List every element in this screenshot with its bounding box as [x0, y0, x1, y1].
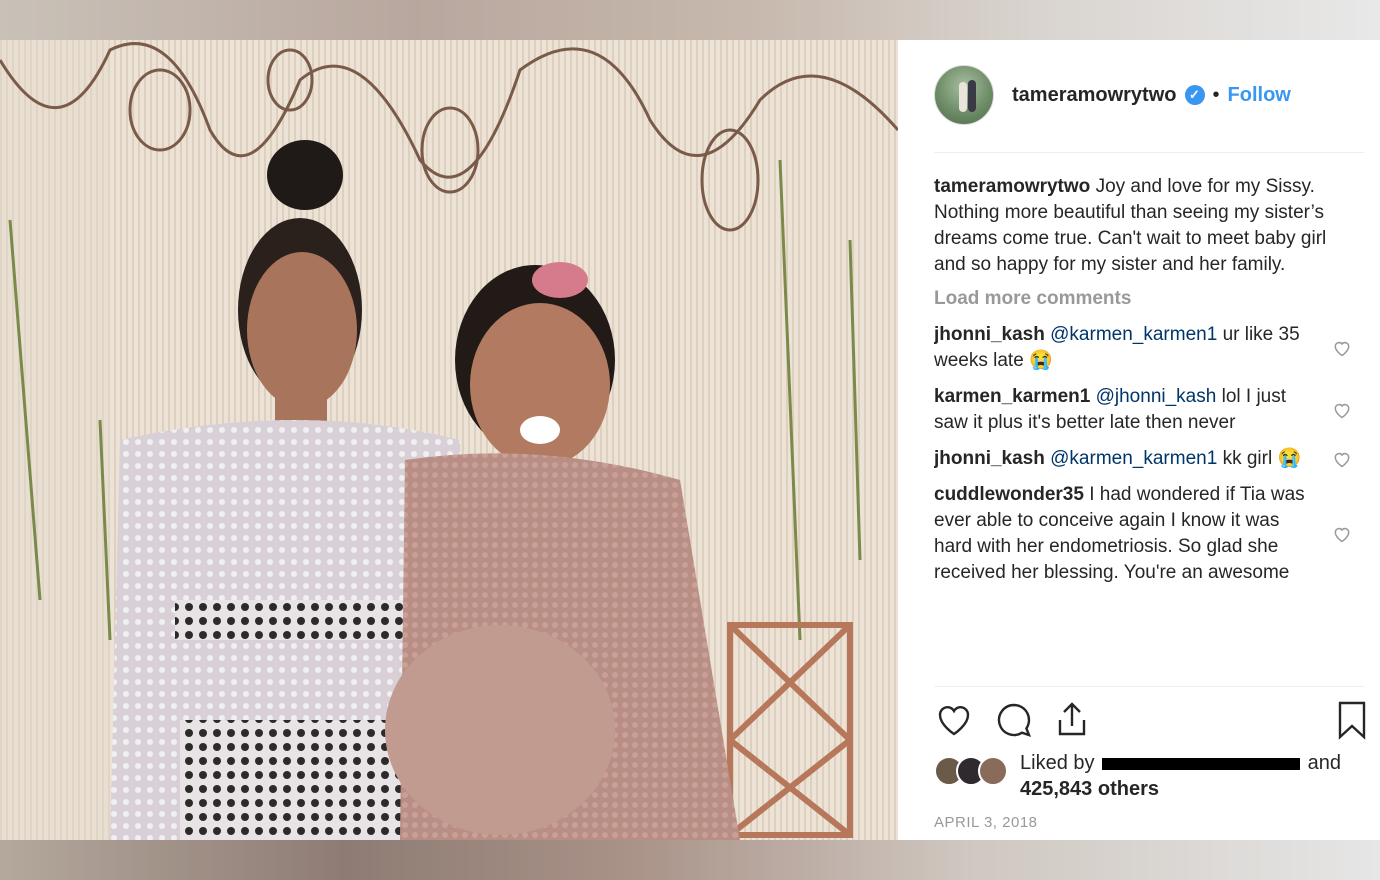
comment-username[interactable]: jhonni_kash — [934, 448, 1045, 469]
comment-username[interactable]: jhonni_kash — [934, 324, 1045, 345]
comment-bubble-icon[interactable] — [994, 700, 1034, 740]
comment-username[interactable]: cuddlewonder35 — [934, 484, 1084, 505]
post-side-panel: tameramowrytwo ✓ • Follow tameramowrytwo… — [898, 40, 1380, 840]
heart-outline-icon[interactable] — [1332, 400, 1352, 420]
action-bar — [934, 700, 1366, 740]
comment-mention[interactable]: @karmen_karmen1 — [1050, 448, 1217, 469]
comment-item: cuddlewonder35 I had wondered if Tia was… — [934, 482, 1364, 586]
post-date[interactable]: APRIL 3, 2018 — [934, 814, 1038, 831]
load-more-comments-button[interactable]: Load more comments — [934, 286, 1364, 312]
likes-summary: Liked by and 425,843 others — [934, 750, 1364, 802]
comment-mention[interactable]: @karmen_karmen1 — [1050, 324, 1217, 345]
blurred-background-bottom — [0, 840, 1380, 880]
likes-text: Liked by and 425,843 others — [1020, 750, 1364, 802]
liked-by-and: and — [1307, 752, 1341, 774]
comment-text: kk girl 😭 — [1222, 448, 1302, 469]
follow-button[interactable]: Follow — [1228, 84, 1291, 107]
liker-avatar[interactable] — [978, 756, 1008, 786]
verified-badge-icon: ✓ — [1184, 85, 1205, 105]
actions-divider — [934, 686, 1364, 687]
photo-illustration — [0, 40, 898, 840]
caption-username[interactable]: tameramowrytwo — [934, 176, 1090, 197]
heart-outline-icon[interactable] — [1332, 524, 1352, 544]
comment-item: jhonni_kash @karmen_karmen1 ur like 35 w… — [934, 322, 1364, 374]
post-header: tameramowrytwo ✓ • Follow — [934, 64, 1364, 126]
comment-item: karmen_karmen1 @jhonni_kash lol I just s… — [934, 384, 1364, 436]
liked-by-label: Liked by — [1020, 752, 1095, 774]
heart-outline-icon[interactable] — [1332, 449, 1352, 469]
comment-mention[interactable]: @jhonni_kash — [1096, 386, 1217, 407]
like-heart-icon[interactable] — [934, 700, 974, 740]
post-caption: tameramowrytwo Joy and love for my Sissy… — [934, 174, 1334, 278]
screenshot-frame: tameramowrytwo ✓ • Follow tameramowrytwo… — [0, 0, 1380, 880]
blurred-background-top — [0, 0, 1380, 40]
comment-item: jhonni_kash @karmen_karmen1 kk girl 😭 — [934, 446, 1364, 472]
liker-avatars[interactable] — [934, 756, 1014, 788]
redacted-username — [1102, 757, 1301, 770]
save-bookmark-icon[interactable] — [1332, 700, 1372, 740]
comment-username[interactable]: karmen_karmen1 — [934, 386, 1090, 407]
post-photo[interactable] — [0, 40, 898, 840]
heart-outline-icon[interactable] — [1332, 338, 1352, 358]
comments-list[interactable]: tameramowrytwo Joy and love for my Sissy… — [934, 174, 1364, 686]
share-icon[interactable] — [1052, 700, 1092, 740]
header-separator: • — [1212, 83, 1220, 106]
likes-count[interactable]: 425,843 others — [1020, 778, 1159, 800]
header-divider — [934, 152, 1364, 153]
header-username[interactable]: tameramowrytwo — [1012, 84, 1177, 107]
profile-avatar[interactable] — [934, 65, 994, 125]
